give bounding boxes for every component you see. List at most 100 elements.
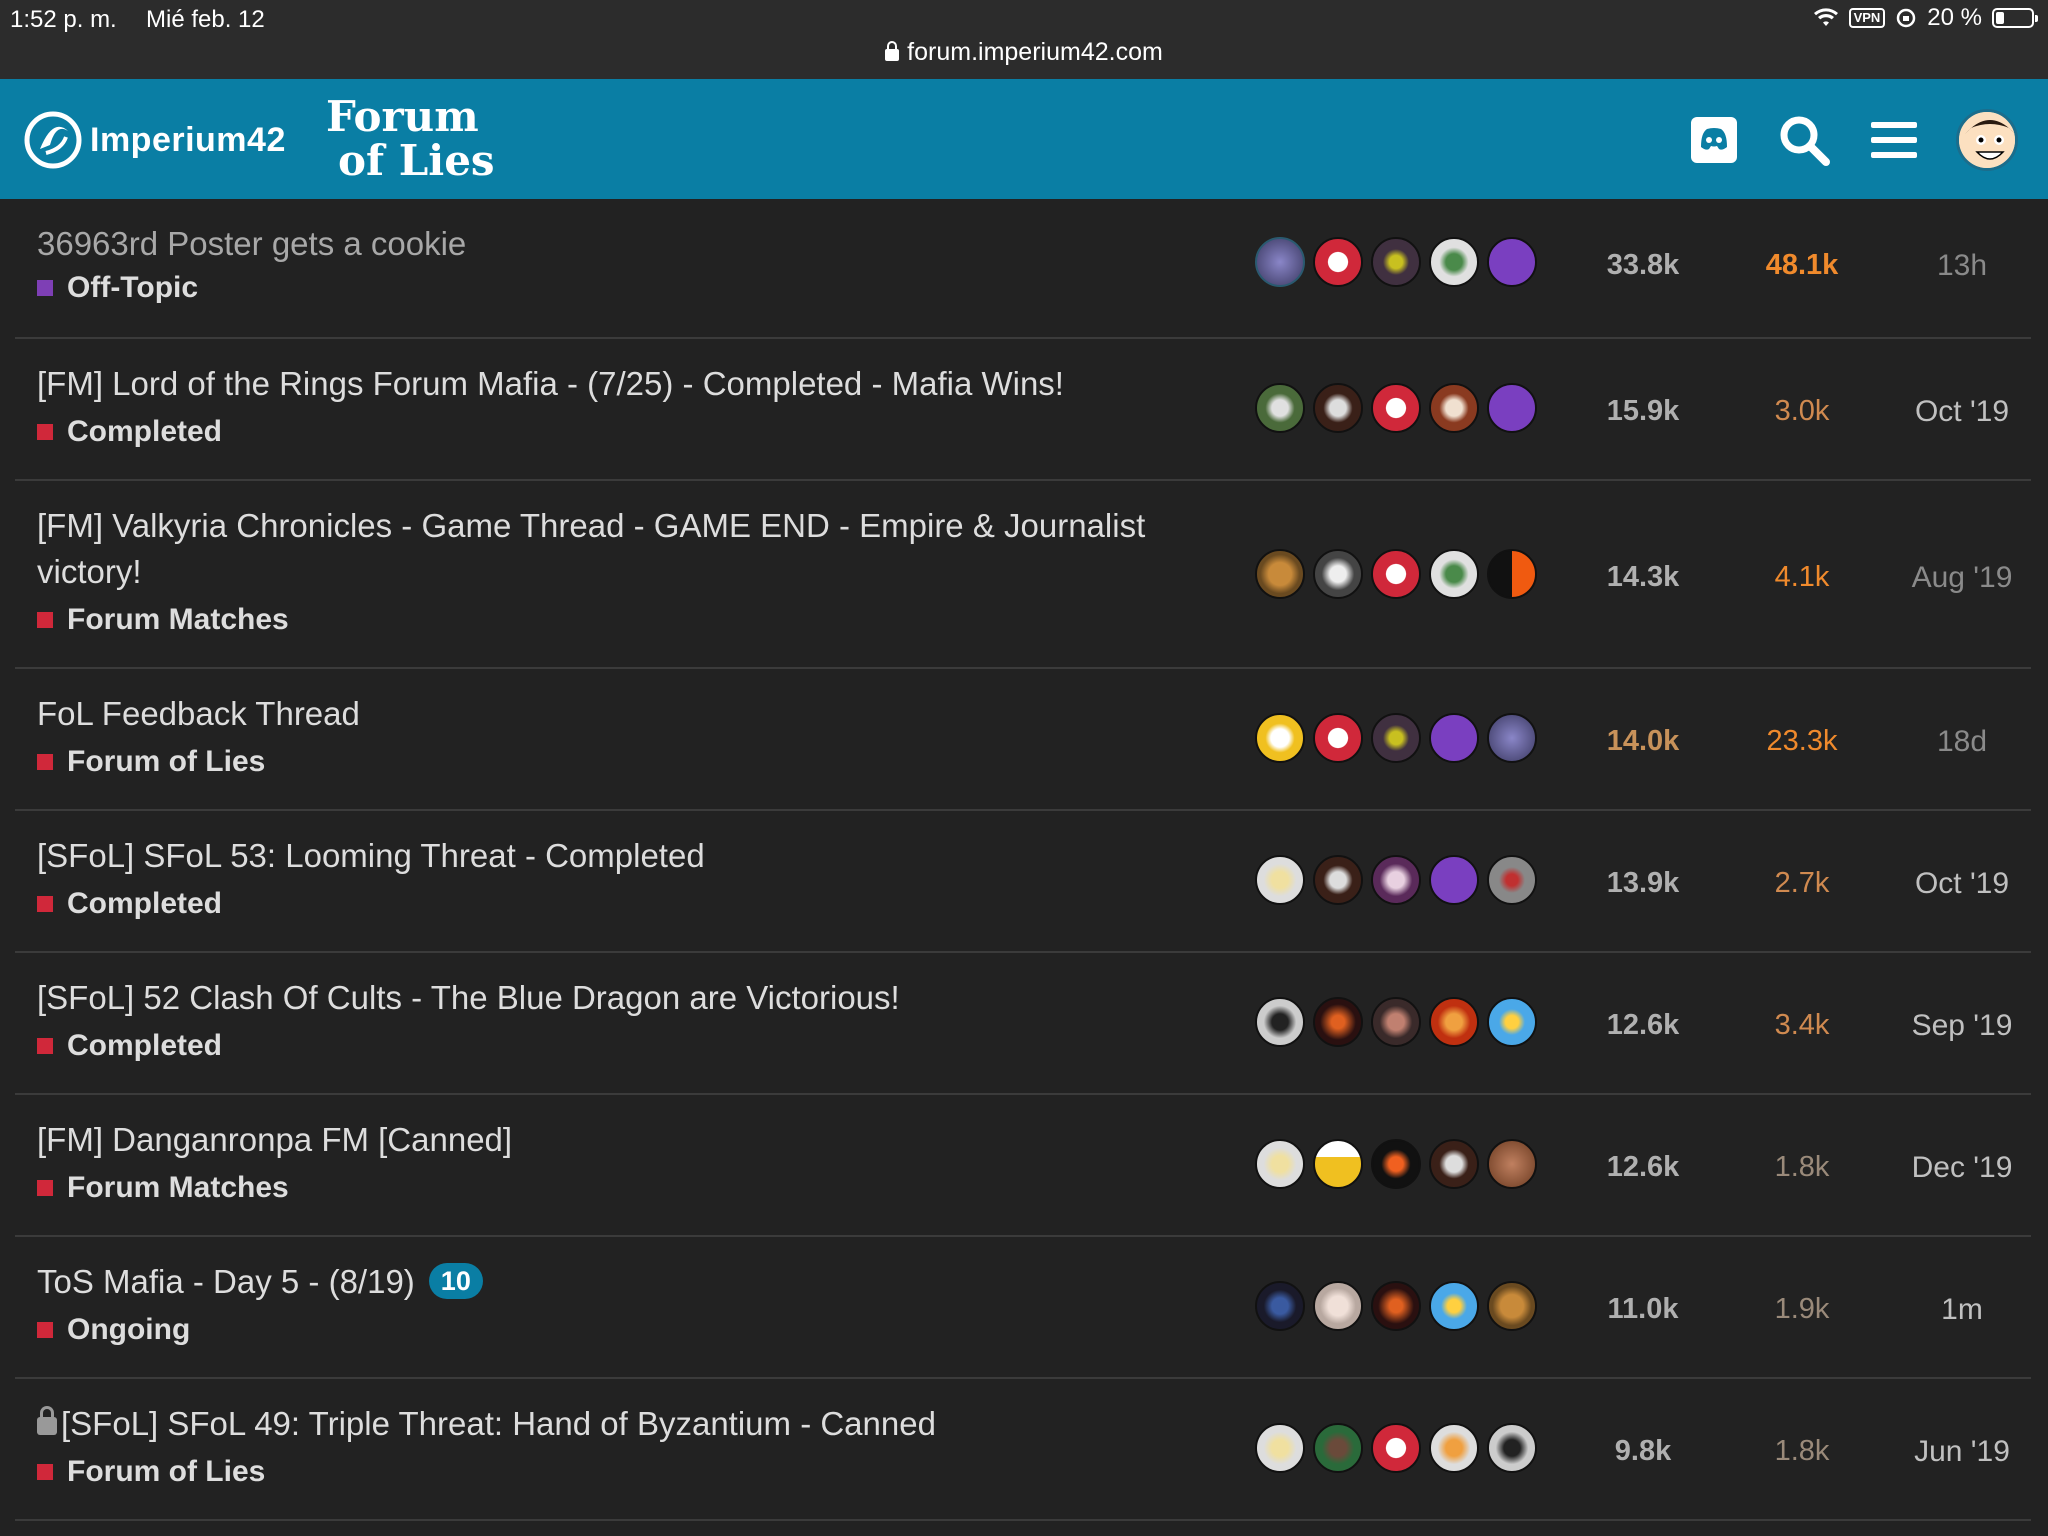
- category-badge[interactable]: Forum Matches: [37, 1171, 289, 1205]
- discord-button[interactable]: [1686, 112, 1742, 168]
- poster-avatar[interactable]: [1313, 1139, 1363, 1189]
- search-button[interactable]: [1776, 112, 1832, 168]
- category-badge[interactable]: Completed: [37, 1029, 222, 1063]
- poster-avatar[interactable]: [1487, 855, 1537, 905]
- poster-avatar[interactable]: [1255, 855, 1305, 905]
- activity-time[interactable]: Aug '19: [1877, 561, 2047, 595]
- replies-count[interactable]: 48.1k: [1737, 249, 1867, 282]
- category-color: [37, 1180, 53, 1196]
- poster-avatar[interactable]: [1313, 1423, 1363, 1473]
- poster-avatar[interactable]: [1487, 997, 1537, 1047]
- activity-time[interactable]: Oct '19: [1877, 867, 2047, 901]
- poster-avatar[interactable]: [1429, 1423, 1479, 1473]
- poster-avatar[interactable]: [1313, 997, 1363, 1047]
- replies-count[interactable]: 3.4k: [1737, 1009, 1867, 1042]
- activity-time[interactable]: Jun '19: [1877, 1435, 2047, 1469]
- poster-avatar[interactable]: [1313, 713, 1363, 763]
- poster-avatar[interactable]: [1371, 549, 1421, 599]
- poster-avatar[interactable]: [1313, 383, 1363, 433]
- poster-avatar[interactable]: [1255, 383, 1305, 433]
- poster-avatar[interactable]: [1255, 713, 1305, 763]
- poster-avatar[interactable]: [1255, 549, 1305, 599]
- replies-count[interactable]: 1.8k: [1737, 1435, 1867, 1468]
- category-badge[interactable]: Forum Matches: [37, 603, 289, 637]
- poster-avatar[interactable]: [1313, 1281, 1363, 1331]
- category-badge[interactable]: Off-Topic: [37, 271, 198, 305]
- topic-title[interactable]: 36963rd Poster gets a cookie: [37, 221, 1197, 267]
- topic-list: 36963rd Poster gets a cookie Off-Topic 3…: [15, 199, 2031, 1521]
- topic-row[interactable]: [SFoL] SFoL 53: Looming Threat - Complet…: [15, 811, 2031, 953]
- activity-time[interactable]: Oct '19: [1877, 395, 2047, 429]
- topic-title[interactable]: [SFoL] 52 Clash Of Cults - The Blue Drag…: [37, 975, 1197, 1021]
- poster-avatar[interactable]: [1371, 997, 1421, 1047]
- poster-avatar[interactable]: [1429, 383, 1479, 433]
- replies-count[interactable]: 1.8k: [1737, 1151, 1867, 1184]
- poster-avatar[interactable]: [1487, 713, 1537, 763]
- forum-of-lies-logo[interactable]: Forum of Lies: [326, 95, 495, 183]
- poster-avatar[interactable]: [1487, 1139, 1537, 1189]
- unread-count-badge[interactable]: 10: [428, 1263, 483, 1299]
- category-badge[interactable]: Completed: [37, 415, 222, 449]
- poster-avatar[interactable]: [1313, 855, 1363, 905]
- replies-count[interactable]: 23.3k: [1737, 725, 1867, 758]
- poster-avatar[interactable]: [1371, 383, 1421, 433]
- topic-row[interactable]: [SFoL] SFoL 49: Triple Threat: Hand of B…: [15, 1379, 2031, 1521]
- imperium42-logo[interactable]: Imperium42: [22, 109, 286, 171]
- poster-avatar[interactable]: [1429, 713, 1479, 763]
- topic-row[interactable]: 36963rd Poster gets a cookie Off-Topic 3…: [15, 199, 2031, 339]
- poster-avatar[interactable]: [1371, 1423, 1421, 1473]
- topic-row[interactable]: [SFoL] 52 Clash Of Cults - The Blue Drag…: [15, 953, 2031, 1095]
- poster-avatar[interactable]: [1487, 549, 1537, 599]
- poster-avatar[interactable]: [1371, 713, 1421, 763]
- topic-row[interactable]: [FM] Valkyria Chronicles - Game Thread -…: [15, 481, 2031, 669]
- topic-title[interactable]: FoL Feedback Thread: [37, 691, 1197, 737]
- poster-avatar[interactable]: [1429, 855, 1479, 905]
- address-bar[interactable]: forum.imperium42.com: [0, 38, 2048, 67]
- menu-button[interactable]: [1866, 112, 1922, 168]
- replies-count[interactable]: 4.1k: [1737, 561, 1867, 594]
- poster-avatar[interactable]: [1487, 1423, 1537, 1473]
- poster-avatar[interactable]: [1255, 1423, 1305, 1473]
- activity-time[interactable]: Dec '19: [1877, 1151, 2047, 1185]
- poster-avatar[interactable]: [1429, 549, 1479, 599]
- topic-title[interactable]: ToS Mafia - Day 5 - (8/19): [37, 1263, 415, 1300]
- poster-avatar[interactable]: [1371, 1139, 1421, 1189]
- activity-time[interactable]: 1m: [1877, 1293, 2047, 1327]
- poster-avatar[interactable]: [1371, 1281, 1421, 1331]
- activity-time[interactable]: 13h: [1877, 249, 2047, 283]
- activity-time[interactable]: Sep '19: [1877, 1009, 2047, 1043]
- poster-avatar[interactable]: [1255, 237, 1305, 287]
- poster-avatar[interactable]: [1255, 1281, 1305, 1331]
- topic-title[interactable]: [FM] Danganronpa FM [Canned]: [37, 1117, 1197, 1163]
- topic-title[interactable]: [FM] Lord of the Rings Forum Mafia - (7/…: [37, 361, 1197, 407]
- poster-avatar[interactable]: [1487, 383, 1537, 433]
- topic-row[interactable]: ToS Mafia - Day 5 - (8/19) 10 Ongoing 11.…: [15, 1237, 2031, 1379]
- category-badge[interactable]: Forum of Lies: [37, 1455, 265, 1489]
- poster-avatar[interactable]: [1255, 997, 1305, 1047]
- replies-count[interactable]: 2.7k: [1737, 867, 1867, 900]
- category-badge[interactable]: Forum of Lies: [37, 745, 265, 779]
- category-badge[interactable]: Completed: [37, 887, 222, 921]
- topic-title[interactable]: [SFoL] SFoL 49: Triple Threat: Hand of B…: [61, 1405, 936, 1442]
- user-avatar[interactable]: [1956, 109, 2018, 171]
- poster-avatar[interactable]: [1487, 1281, 1537, 1331]
- category-badge[interactable]: Ongoing: [37, 1313, 190, 1347]
- poster-avatar[interactable]: [1313, 237, 1363, 287]
- topic-title[interactable]: [FM] Valkyria Chronicles - Game Thread -…: [37, 503, 1197, 595]
- poster-avatar[interactable]: [1429, 1281, 1479, 1331]
- poster-avatar[interactable]: [1429, 1139, 1479, 1189]
- poster-avatar[interactable]: [1255, 1139, 1305, 1189]
- poster-avatar[interactable]: [1487, 237, 1537, 287]
- poster-avatar[interactable]: [1429, 237, 1479, 287]
- poster-avatar[interactable]: [1429, 997, 1479, 1047]
- topic-row[interactable]: [FM] Lord of the Rings Forum Mafia - (7/…: [15, 339, 2031, 481]
- replies-count[interactable]: 1.9k: [1737, 1293, 1867, 1326]
- replies-count[interactable]: 3.0k: [1737, 395, 1867, 428]
- poster-avatar[interactable]: [1313, 549, 1363, 599]
- topic-row[interactable]: FoL Feedback Thread Forum of Lies 14.0k …: [15, 669, 2031, 811]
- topic-row[interactable]: [FM] Danganronpa FM [Canned] Forum Match…: [15, 1095, 2031, 1237]
- topic-title[interactable]: [SFoL] SFoL 53: Looming Threat - Complet…: [37, 833, 1197, 879]
- activity-time[interactable]: 18d: [1877, 725, 2047, 759]
- poster-avatar[interactable]: [1371, 237, 1421, 287]
- poster-avatar[interactable]: [1371, 855, 1421, 905]
